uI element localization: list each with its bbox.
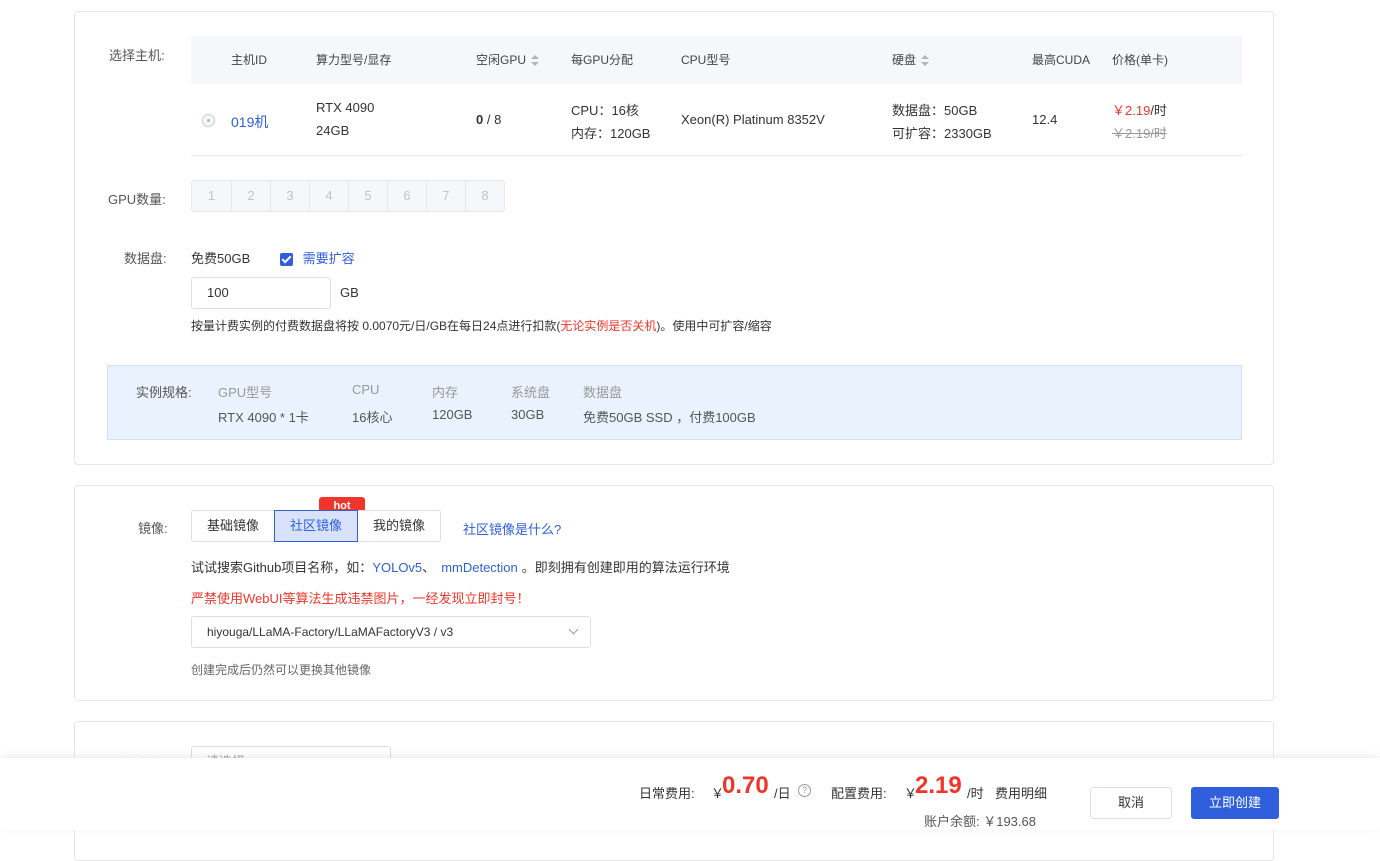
config-fee-value: 2.19: [915, 772, 962, 799]
footer-bar: 日常费用: ￥ 0.70 /日 ? 配置费用: ￥ 2.19 /时 费用明细 账…: [0, 758, 1380, 830]
account-balance: 账户余额: ￥193.68: [924, 814, 1036, 829]
gpu-count-option[interactable]: 1: [192, 181, 231, 211]
expand-checkbox-wrap[interactable]: 需要扩容: [280, 248, 355, 267]
data-disk-free: 免费50GB: [191, 251, 251, 266]
search-hint: 试试搜索Github项目名称，如：YOLOv5、 mmDetection 。即刻拥有…: [191, 557, 730, 576]
image-select-value: hiyouga/LLaMA-Factory/LLaMAFactoryV3 / v…: [207, 625, 454, 639]
expand-checkbox[interactable]: [280, 253, 293, 267]
host-orig-price: ￥2.19/时: [1112, 126, 1167, 141]
host-vram: 24GB: [316, 123, 350, 138]
host-disk-data: 数据盘：50GB: [892, 103, 978, 118]
spec-header: GPU型号: [218, 385, 273, 400]
example-mmdetection-link[interactable]: mmDetection: [441, 560, 518, 575]
th-cuda: 最高CUDA: [1032, 53, 1091, 67]
cancel-button[interactable]: 取消: [1090, 787, 1172, 819]
usage-warning: 严禁使用WebUI等算法生成违禁图片，一经发现立即封号！: [191, 591, 530, 606]
spec-value: 30GB: [511, 407, 545, 422]
data-disk-label: 数据盘:: [124, 251, 167, 266]
spec-header: 系统盘: [511, 385, 551, 400]
tab-my-image[interactable]: 我的镜像: [357, 510, 442, 542]
image-label: 镜像:: [138, 521, 168, 536]
spec-header: 内存: [432, 385, 459, 400]
gpu-count-option[interactable]: 8: [465, 181, 504, 211]
note-post: )。使用中可扩容/缩容: [656, 319, 772, 333]
gpu-count-label: GPU数量:: [108, 192, 166, 207]
spec-header: 数据盘: [583, 385, 623, 400]
hint-post: 。即刻拥有创建即用的算法运行环境: [521, 560, 730, 575]
expand-label[interactable]: 需要扩容: [303, 251, 355, 266]
image-note: 创建完成后仍然可以更换其他镜像: [191, 663, 372, 677]
config-fee-label: 配置费用:: [831, 786, 887, 801]
gpu-count-option[interactable]: 7: [426, 181, 465, 211]
host-radio[interactable]: [202, 114, 215, 127]
spec-header: CPU: [352, 382, 380, 397]
note-pre: 按量计费实例的付费数据盘将按 0.0070元/日/GB在每日24点进行扣款(: [191, 319, 561, 333]
gpu-count-option[interactable]: 6: [387, 181, 426, 211]
host-mem-alloc: 内存：120GB: [571, 126, 651, 141]
image-select[interactable]: hiyouga/LLaMA-Factory/LLaMAFactoryV3 / v…: [191, 616, 591, 648]
th-price: 价格(单卡): [1112, 53, 1168, 67]
host-price: ￥2.19/时: [1112, 100, 1167, 119]
gpu-count-option[interactable]: 4: [309, 181, 348, 211]
host-label: 选择主机:: [109, 48, 165, 63]
gpu-count-option[interactable]: 5: [348, 181, 387, 211]
hint-sep: 、: [422, 560, 436, 575]
daily-fee-label: 日常费用:: [639, 786, 695, 801]
spec-value: 免费50GB SSD ，付费100GB: [583, 410, 756, 425]
disk-billing-note: 按量计费实例的付费数据盘将按 0.0070元/日/GB在每日24点进行扣款(无论…: [191, 317, 772, 334]
host-cpu-alloc: CPU：16核: [571, 103, 639, 118]
host-id[interactable]: 019机: [231, 112, 268, 132]
host-cuda: 12.4: [1032, 112, 1058, 127]
gpu-count-option[interactable]: 2: [231, 181, 270, 211]
sort-icon[interactable]: [921, 54, 930, 67]
host-model: RTX 4090: [316, 100, 375, 115]
spec-label: 实例规格:: [136, 385, 192, 400]
host-cpu-model: Xeon(R) Platinum 8352V: [681, 112, 825, 127]
gpu-count-option[interactable]: 3: [270, 181, 309, 211]
chevron-down-icon: [568, 624, 579, 635]
price-unit: /时: [1150, 103, 1167, 118]
host-idle-gpu: 0 / 8: [476, 112, 501, 127]
spec-value: 16核心: [352, 410, 393, 425]
th-idle-gpu-label: 空闲GPU: [476, 53, 527, 67]
community-help-link[interactable]: 社区镜像是什么?: [463, 519, 561, 538]
instance-spec-box: 实例规格: GPU型号 RTX 4090 * 1卡 CPU 16核心 内存 12…: [107, 365, 1242, 440]
daily-fee-value: 0.70: [722, 772, 769, 799]
create-button[interactable]: 立即创建: [1191, 787, 1279, 819]
th-host-id: 主机ID: [231, 53, 268, 67]
tab-base-image[interactable]: 基础镜像: [191, 510, 276, 542]
daily-fee-unit: /日: [774, 786, 791, 801]
price-value: ￥2.19: [1112, 103, 1151, 118]
host-row[interactable]: 019机 RTX 4090 24GB 0 / 8 CPU：16核 内存：120G…: [191, 84, 1242, 156]
disk-size-input[interactable]: 100: [191, 277, 331, 309]
idle-total: / 8: [483, 112, 502, 127]
th-model: 算力型号/显存: [316, 53, 392, 67]
disk-size-unit: GB: [340, 285, 359, 300]
host-config-card: 选择主机: 主机ID 算力型号/显存 空闲GPU 每GPU分配 CPU型号 硬盘…: [74, 11, 1274, 465]
host-disk-expand: 可扩容：2330GB: [892, 126, 992, 141]
config-fee-unit: /时: [967, 786, 984, 801]
spec-value: RTX 4090 * 1卡: [218, 410, 309, 425]
host-table-header: 主机ID 算力型号/显存 空闲GPU 每GPU分配 CPU型号 硬盘 最高CUD…: [191, 36, 1242, 84]
th-cpu: CPU型号: [681, 53, 731, 67]
image-card: 镜像: hot 基础镜像 社区镜像 我的镜像 社区镜像是什么? 试试搜索Gith…: [74, 485, 1274, 701]
spec-value: 120GB: [432, 407, 473, 422]
tab-community-image[interactable]: 社区镜像: [274, 510, 359, 542]
th-disk-label: 硬盘: [892, 53, 917, 67]
sort-icon[interactable]: [531, 54, 540, 67]
example-yolov5-link[interactable]: YOLOv5: [372, 560, 422, 575]
image-tabs: 基础镜像 社区镜像 我的镜像: [191, 510, 442, 542]
fee-detail-link[interactable]: 费用明细: [995, 783, 1047, 802]
th-disk[interactable]: 硬盘: [892, 36, 930, 84]
note-red: 无论实例是否关机: [560, 319, 657, 333]
gpu-count-selector: 1 2 3 4 5 6 7 8: [191, 180, 505, 212]
th-idle-gpu[interactable]: 空闲GPU: [476, 36, 540, 84]
th-alloc: 每GPU分配: [571, 53, 634, 67]
hint-pre: 试试搜索Github项目名称，如：: [191, 560, 373, 575]
help-icon[interactable]: ?: [798, 784, 811, 797]
